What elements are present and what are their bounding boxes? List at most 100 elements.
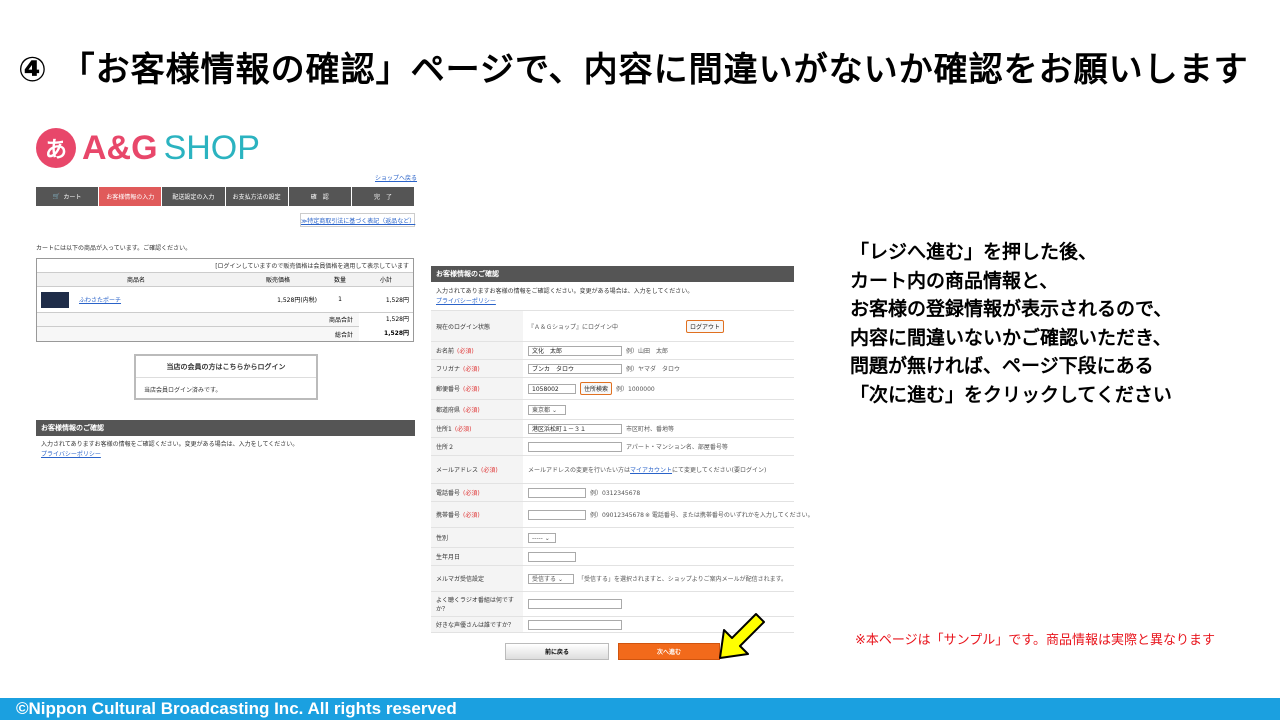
row-address2: 住所２ アパート・マンション名、部屋番号等 [431,438,794,456]
address-search-button[interactable]: 住所検索 [580,382,613,395]
cart-intro: カートには以下の商品が入っています。ご確認ください。 [36,245,192,252]
login-state-text: 『Ａ＆Ｇショップ』にログイン中 [528,323,619,331]
form-desc: 入力されてありますお客様の情報をご確認ください。変更がある場合は、入力をしてくだ… [436,288,694,295]
row-email: メールアドレス (必須) メールアドレスの変更を行いたい方は マイアカウント にて変更… [431,456,794,484]
radio-answer-field[interactable] [528,599,622,609]
product-name-link[interactable]: ふわさたポーチ [79,295,121,304]
goods-total-row: 商品合計 1,528円 [37,312,413,327]
row-address1: 住所1 (必須) 港区浜松町１－３１ 市区町村、番地等 [431,420,794,438]
item-price: 1,528円(内税) [277,297,317,304]
name-field[interactable]: 文化 太郎 [528,345,622,356]
logo-ag: A&G [82,128,158,167]
cart-table: [ログインしていますので販売価格は会員価格を適用して表示しています 商品名 販売… [36,258,414,342]
mail-label: メールアドレス [436,467,479,474]
left-confirm-desc: 入力されてありますお客様の情報をご確認ください。変更がある場合は、入力をしてくだ… [41,441,299,448]
step-confirm: 確 認 [288,187,351,206]
pointer-arrow-icon [719,613,765,659]
item-subtotal: 1,528円 [385,297,409,304]
tel-label: 電話番号 [436,490,461,497]
magazine-note: 「受信する」を選択されますと、ショップよりご案内メールが配信されます。 [577,576,788,583]
goods-total-value: 1,528円 [359,312,413,327]
form-heading: お客様情報のご確認 [431,266,794,282]
required-mark: (必須) [481,467,498,474]
birthday-field[interactable] [528,551,576,562]
member-login-box: 当店の会員の方はこちらからログイン 当店会員ログイン済みです。 [134,354,318,400]
shop-back-link[interactable]: ショップへ戻る [375,173,417,182]
copyright-footer: ©Nippon Cultural Broadcasting Inc. All r… [0,698,1280,720]
addr1-label: 住所1 [436,426,452,433]
instruction-line: 内容に間違いないかご確認いただき、 [850,326,1172,349]
zip-field[interactable]: 1058002 [528,383,576,394]
chevron-down-icon: ⌄ [557,575,563,583]
grand-total-label: 総合計 [334,331,353,339]
tel-example: 例）0312345678 [590,490,641,497]
logo-mark: あ [36,128,76,168]
radio-question-label: よく聴くラジオ番組は何ですか？ [431,592,523,616]
logo-shop: SHOP [163,128,260,167]
back-button[interactable]: 前に戻る [505,643,609,660]
sample-note: ※本ページは「サンプル」です。商品情報は実際と異なります [855,633,1215,648]
left-confirm-section: お客様情報のご確認 入力されてありますお客様の情報をご確認ください。変更がある場… [36,420,415,458]
cart-icon: 🛒 [52,193,61,200]
form-privacy-link[interactable]: プライバシーポリシー [431,296,794,310]
row-tel: 電話番号 (必須) 例）0312345678 [431,484,794,502]
magazine-select[interactable]: 受信する ⌄ [528,573,574,584]
chevron-down-icon: ⌄ [551,406,557,414]
gender-select[interactable]: ----- ⌄ [528,532,556,543]
seiyu-answer-field[interactable] [528,620,622,630]
chevron-down-icon: ⌄ [544,534,550,542]
required-mark: (必須) [463,490,480,497]
required-mark: (必須) [463,386,480,393]
required-mark: (必須) [454,426,472,433]
left-privacy-link[interactable]: プライバシーポリシー [36,449,415,458]
my-account-link[interactable]: マイアカウント [630,465,672,474]
mobile-note: ※ 電話番号、または携帯番号のいずれかを入力してください。 [645,512,814,519]
birthday-label: 生年月日 [431,548,523,565]
pref-label: 都道府県 [436,407,461,414]
addr2-label: 住所２ [431,438,523,455]
cart-header-row: 商品名 販売価格 数量 小計 [37,273,413,287]
member-login-title: 当店の会員の方はこちらからログイン [136,356,316,378]
step-cart: 🛒 カート [36,187,99,206]
next-button[interactable]: 次へ進む [618,643,720,660]
row-gender: 性別 ----- ⌄ [431,528,794,548]
mail-text-post: にて変更してください(要ログイン) [672,467,767,474]
step-payment: お支払方法の設定 [225,187,288,206]
mobile-field[interactable] [528,509,586,520]
required-mark: (必須) [457,348,474,355]
kana-example: 例）ヤマダ タロウ [626,366,681,373]
row-zip: 郵便番号 (必須) 1058002 住所検索 例）1000000 [431,378,794,400]
item-qty: 1 [338,296,342,303]
seiyu-question-label: 好きな声優さんは誰ですか？ [431,617,523,632]
instruction-line: お客様の登録情報が表示されるので、 [850,298,1173,320]
prefecture-select[interactable]: 東京都 ⌄ [528,404,566,415]
row-magazine: メルマガ受信設定 受信する ⌄ 「受信する」を選択されますと、ショップよりご案内… [431,566,794,592]
col-product: 商品名 [126,277,145,284]
zip-example: 例）1000000 [616,386,655,393]
member-price-notice: [ログインしていますので販売価格は会員価格を適用して表示しています [37,259,413,273]
kana-field[interactable]: ブンカ タロウ [528,363,622,374]
tokutei-link[interactable]: ≫特定商取引法に基づく表記（返品など） [300,213,415,227]
tel-field[interactable] [528,487,586,498]
goods-total-label: 商品合計 [328,317,353,324]
required-mark: (必須) [463,407,480,414]
instruction-line: カート内の商品情報と、 [850,269,1059,292]
col-price: 販売価格 [265,277,290,284]
slide-title: ④ 「お客様情報の確認」ページで、内容に間違いがないか確認をお願いします [18,50,1249,90]
product-thumbnail[interactable] [41,291,69,308]
required-mark: (必須) [463,512,480,519]
row-name: お名前 (必須) 文化 太郎 例）山田 太郎 [431,342,794,360]
address2-field[interactable] [528,441,622,452]
col-qty: 数量 [333,277,346,284]
instructions: 「レジへ進む」を押した後、 カート内の商品情報と、 お客様の登録情報が表示される… [850,238,1172,409]
mail-text-pre: メールアドレスの変更を行いたい方は [528,467,631,474]
grand-total-row: 総合計 1,528円 [37,327,413,341]
name-example: 例）山田 太郎 [626,348,669,355]
logout-button[interactable]: ログアウト [686,319,725,333]
address1-field[interactable]: 港区浜松町１－３１ [528,423,622,434]
addr1-hint: 市区町村、番地等 [626,426,675,433]
row-mobile: 携帯番号 (必須) 例）09012345678 ※ 電話番号、または携帯番号のいず… [431,502,814,528]
name-label: お名前 [436,348,455,355]
step-delivery: 配送設定の入力 [162,187,225,206]
instruction-line: 問題が無ければ、ページ下段にある [850,355,1154,377]
